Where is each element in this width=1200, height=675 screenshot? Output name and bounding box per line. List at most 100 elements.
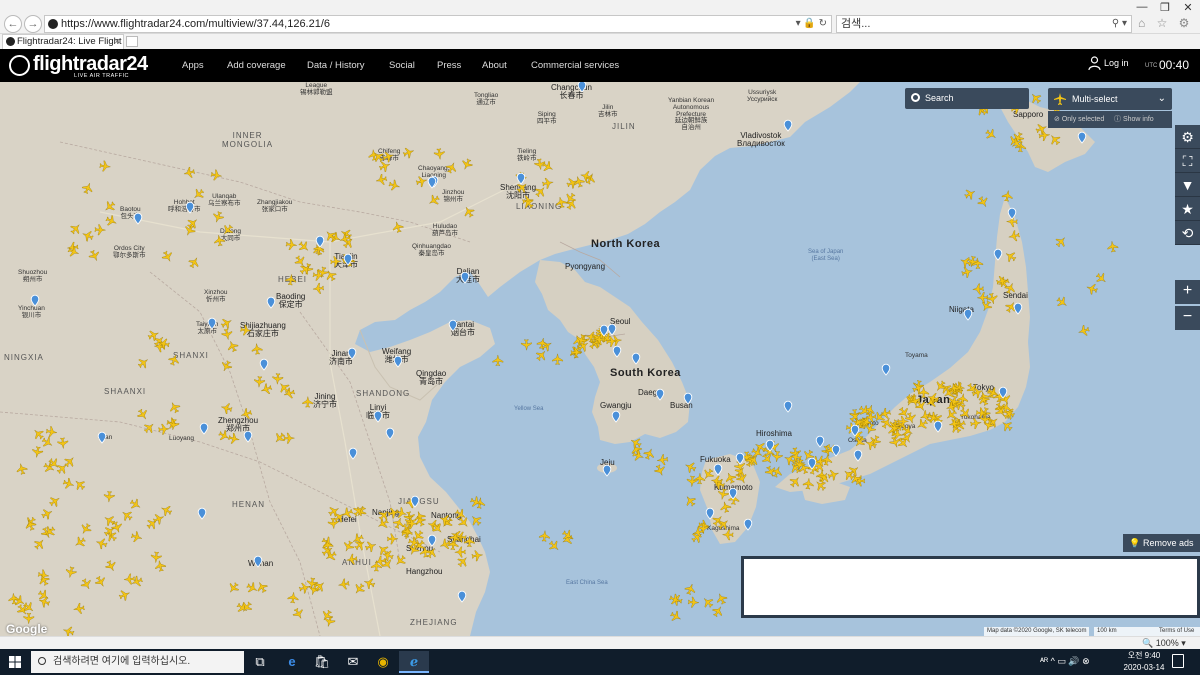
city-toyama: Toyama	[905, 352, 928, 359]
minimize-button[interactable]: —	[1132, 1, 1152, 13]
map-search-label: Search	[925, 93, 954, 103]
city-nagoya: Nagoya	[893, 423, 916, 430]
task-view-icon[interactable]: ⧉	[245, 651, 275, 673]
system-tray-icons[interactable]: ᴬᴿ ^ ▭ 🔊 ⊗	[1040, 656, 1090, 667]
city-baoding: Baoding 保定市	[276, 292, 306, 310]
region-zhejiang: ZHEJIANG	[410, 618, 458, 627]
airplane-icon	[1054, 93, 1066, 105]
multi-select-dropdown[interactable]: Multi-select ⌄	[1048, 88, 1172, 110]
region-jilin: JILIN	[612, 122, 636, 131]
search-icon[interactable]: ⚲ ▾	[1112, 16, 1127, 32]
menu-press[interactable]: Press	[437, 60, 461, 71]
terms-link[interactable]: Terms of Use	[1156, 627, 1200, 636]
browser-status-bar: 🔍 100% ▾	[0, 636, 1200, 649]
city-shenyang: Shenyang 沈阳市	[500, 183, 537, 201]
city-kagoshima: Kagoshima	[707, 525, 740, 532]
only-selected-label: Only selected	[1061, 116, 1105, 123]
menu-about[interactable]: About	[482, 60, 507, 71]
map-scale[interactable]: 100 km	[1094, 627, 1156, 636]
city-datong: Datong 大同市	[220, 228, 241, 242]
new-tab-button[interactable]	[126, 36, 138, 47]
playback-button[interactable]: ⟲	[1175, 221, 1200, 245]
zoom-out-button[interactable]: −	[1175, 306, 1200, 330]
windows-taskbar: 검색하려면 여기에 입력하십시오. ⧉ e 🛍 ✉ ◉ ℯ ᴬᴿ ^ ▭ 🔊 ⊗…	[0, 649, 1200, 675]
city-dalian: Dalian 大连市	[456, 267, 480, 285]
ad-banner[interactable]	[741, 556, 1200, 618]
chrome-icon[interactable]: ◉	[368, 651, 398, 673]
address-bar[interactable]: https://www.flightradar24.com/multiview/…	[44, 15, 832, 33]
google-logo[interactable]: Google	[6, 622, 47, 636]
city-chifeng: Chifeng 赤峰市	[378, 148, 401, 162]
browser-search-input[interactable]: 검색... ⚲ ▾	[836, 15, 1132, 33]
menu-social[interactable]: Social	[389, 60, 415, 71]
sea-of-japan: Sea of Japan (East Sea)	[808, 249, 844, 262]
search-icon	[911, 93, 920, 102]
clock-date: 2020-03-14	[1123, 663, 1165, 672]
city-yokohama: Yokohama	[960, 414, 991, 421]
fullscreen-button[interactable]: ⛶	[1175, 149, 1200, 173]
close-window-button[interactable]: ✕	[1178, 1, 1198, 14]
user-icon	[1088, 56, 1101, 71]
city-ussuriysk: Ussuriysk Уссурийск	[747, 89, 778, 103]
back-button[interactable]: ←	[4, 15, 22, 33]
login-button[interactable]: Log in	[1088, 56, 1129, 71]
address-tools-icon[interactable]: ▾ 🔒 ↻	[796, 16, 827, 32]
city-leshan: League 锡林郭勒盟	[300, 82, 333, 96]
windows-start-icon[interactable]	[9, 656, 21, 668]
browser-toolbar: ← → https://www.flightradar24.com/multiv…	[0, 0, 1200, 44]
ie-icon[interactable]: ℯ	[399, 651, 429, 673]
tab-strip: Flightradar24: Live Flight T... ×	[0, 34, 1200, 49]
settings-button[interactable]: ⚙	[1175, 125, 1200, 149]
show-info-label: Show info	[1122, 116, 1154, 123]
restore-button[interactable]: ❐	[1155, 1, 1175, 14]
city-sapporo: Sapporo	[1013, 110, 1044, 119]
city-luoyang: Luoyang	[169, 435, 194, 442]
city-hangzhou: Hangzhou	[406, 567, 443, 576]
city-hefei: Hefei	[338, 515, 357, 524]
map-search-button[interactable]: Search	[905, 88, 1029, 109]
zoom-level[interactable]: 🔍 100% ▾	[1142, 638, 1186, 649]
tab-close-icon[interactable]: ×	[115, 35, 120, 48]
edge-icon[interactable]: e	[277, 651, 307, 673]
city-zhengzhou: Zhengzhou 郑州市	[218, 416, 259, 434]
remove-ads-label: Remove ads	[1143, 538, 1194, 548]
region-shandong: SHANDONG	[356, 389, 411, 398]
city-nanjing: Nanjing	[372, 508, 400, 517]
remove-ads-button[interactable]: 💡 Remove ads	[1123, 534, 1200, 552]
city-jinan: Jinan 济南市	[329, 349, 353, 367]
address-url: https://www.flightradar24.com/multiview/…	[61, 18, 331, 30]
city-jinzhou: Jinzhou 锦州市	[442, 189, 465, 203]
chevron-down-icon: ⌄	[1157, 93, 1166, 104]
show-info-toggle[interactable]: ⓘ Show info	[1114, 111, 1154, 128]
city-nantong: Nantong	[431, 511, 462, 520]
city-ulanqab: Ulanqab 乌兰察布市	[208, 193, 241, 207]
city-tokyo: Tokyo	[973, 383, 994, 392]
notification-icon[interactable]	[1172, 654, 1184, 668]
region-liaoning: LIAONING	[516, 202, 563, 211]
region-inner-mongolia: INNER MONGOLIA	[222, 131, 274, 149]
favorites-button[interactable]: ★	[1175, 197, 1200, 221]
taskbar-search-input[interactable]: 검색하려면 여기에 입력하십시오.	[31, 651, 244, 673]
city-kyoto: Kyoto	[862, 420, 879, 427]
screen: ← → https://www.flightradar24.com/multiv…	[0, 0, 1200, 675]
taskbar-clock[interactable]: 오전 9:40 2020-03-14	[1122, 650, 1166, 674]
mail-icon[interactable]: ✉	[338, 651, 368, 673]
browser-search-placeholder: 검색...	[841, 18, 871, 30]
menu-commercial-services[interactable]: Commercial services	[531, 60, 619, 71]
city-yantai: Yantai 烟台市	[451, 320, 475, 338]
filter-button[interactable]: ▼	[1175, 173, 1200, 197]
menu-data-history[interactable]: Data / History	[307, 60, 365, 71]
tab-flightradar[interactable]: Flightradar24: Live Flight T... ×	[2, 34, 124, 49]
forward-button[interactable]: →	[24, 15, 42, 33]
city-wuhan: Wuhan	[248, 559, 274, 568]
menu-add-coverage[interactable]: Add coverage	[227, 60, 286, 71]
city-vladivostok: Vladivostok Владивосток	[737, 131, 785, 149]
flight-map[interactable]: INNER MONGOLIA JILIN LIAONING HEBEI SHAN…	[0, 82, 1200, 636]
city-jining: Jining 济宁市	[313, 392, 337, 410]
zoom-in-button[interactable]: +	[1175, 280, 1200, 304]
store-icon[interactable]: 🛍	[307, 651, 337, 673]
menu-apps[interactable]: Apps	[182, 60, 204, 71]
sea-east-china: East China Sea	[566, 580, 608, 586]
city-changchun: Changchun 长春市	[551, 83, 592, 101]
only-selected-toggle[interactable]: ⊘ Only selected	[1054, 111, 1104, 128]
